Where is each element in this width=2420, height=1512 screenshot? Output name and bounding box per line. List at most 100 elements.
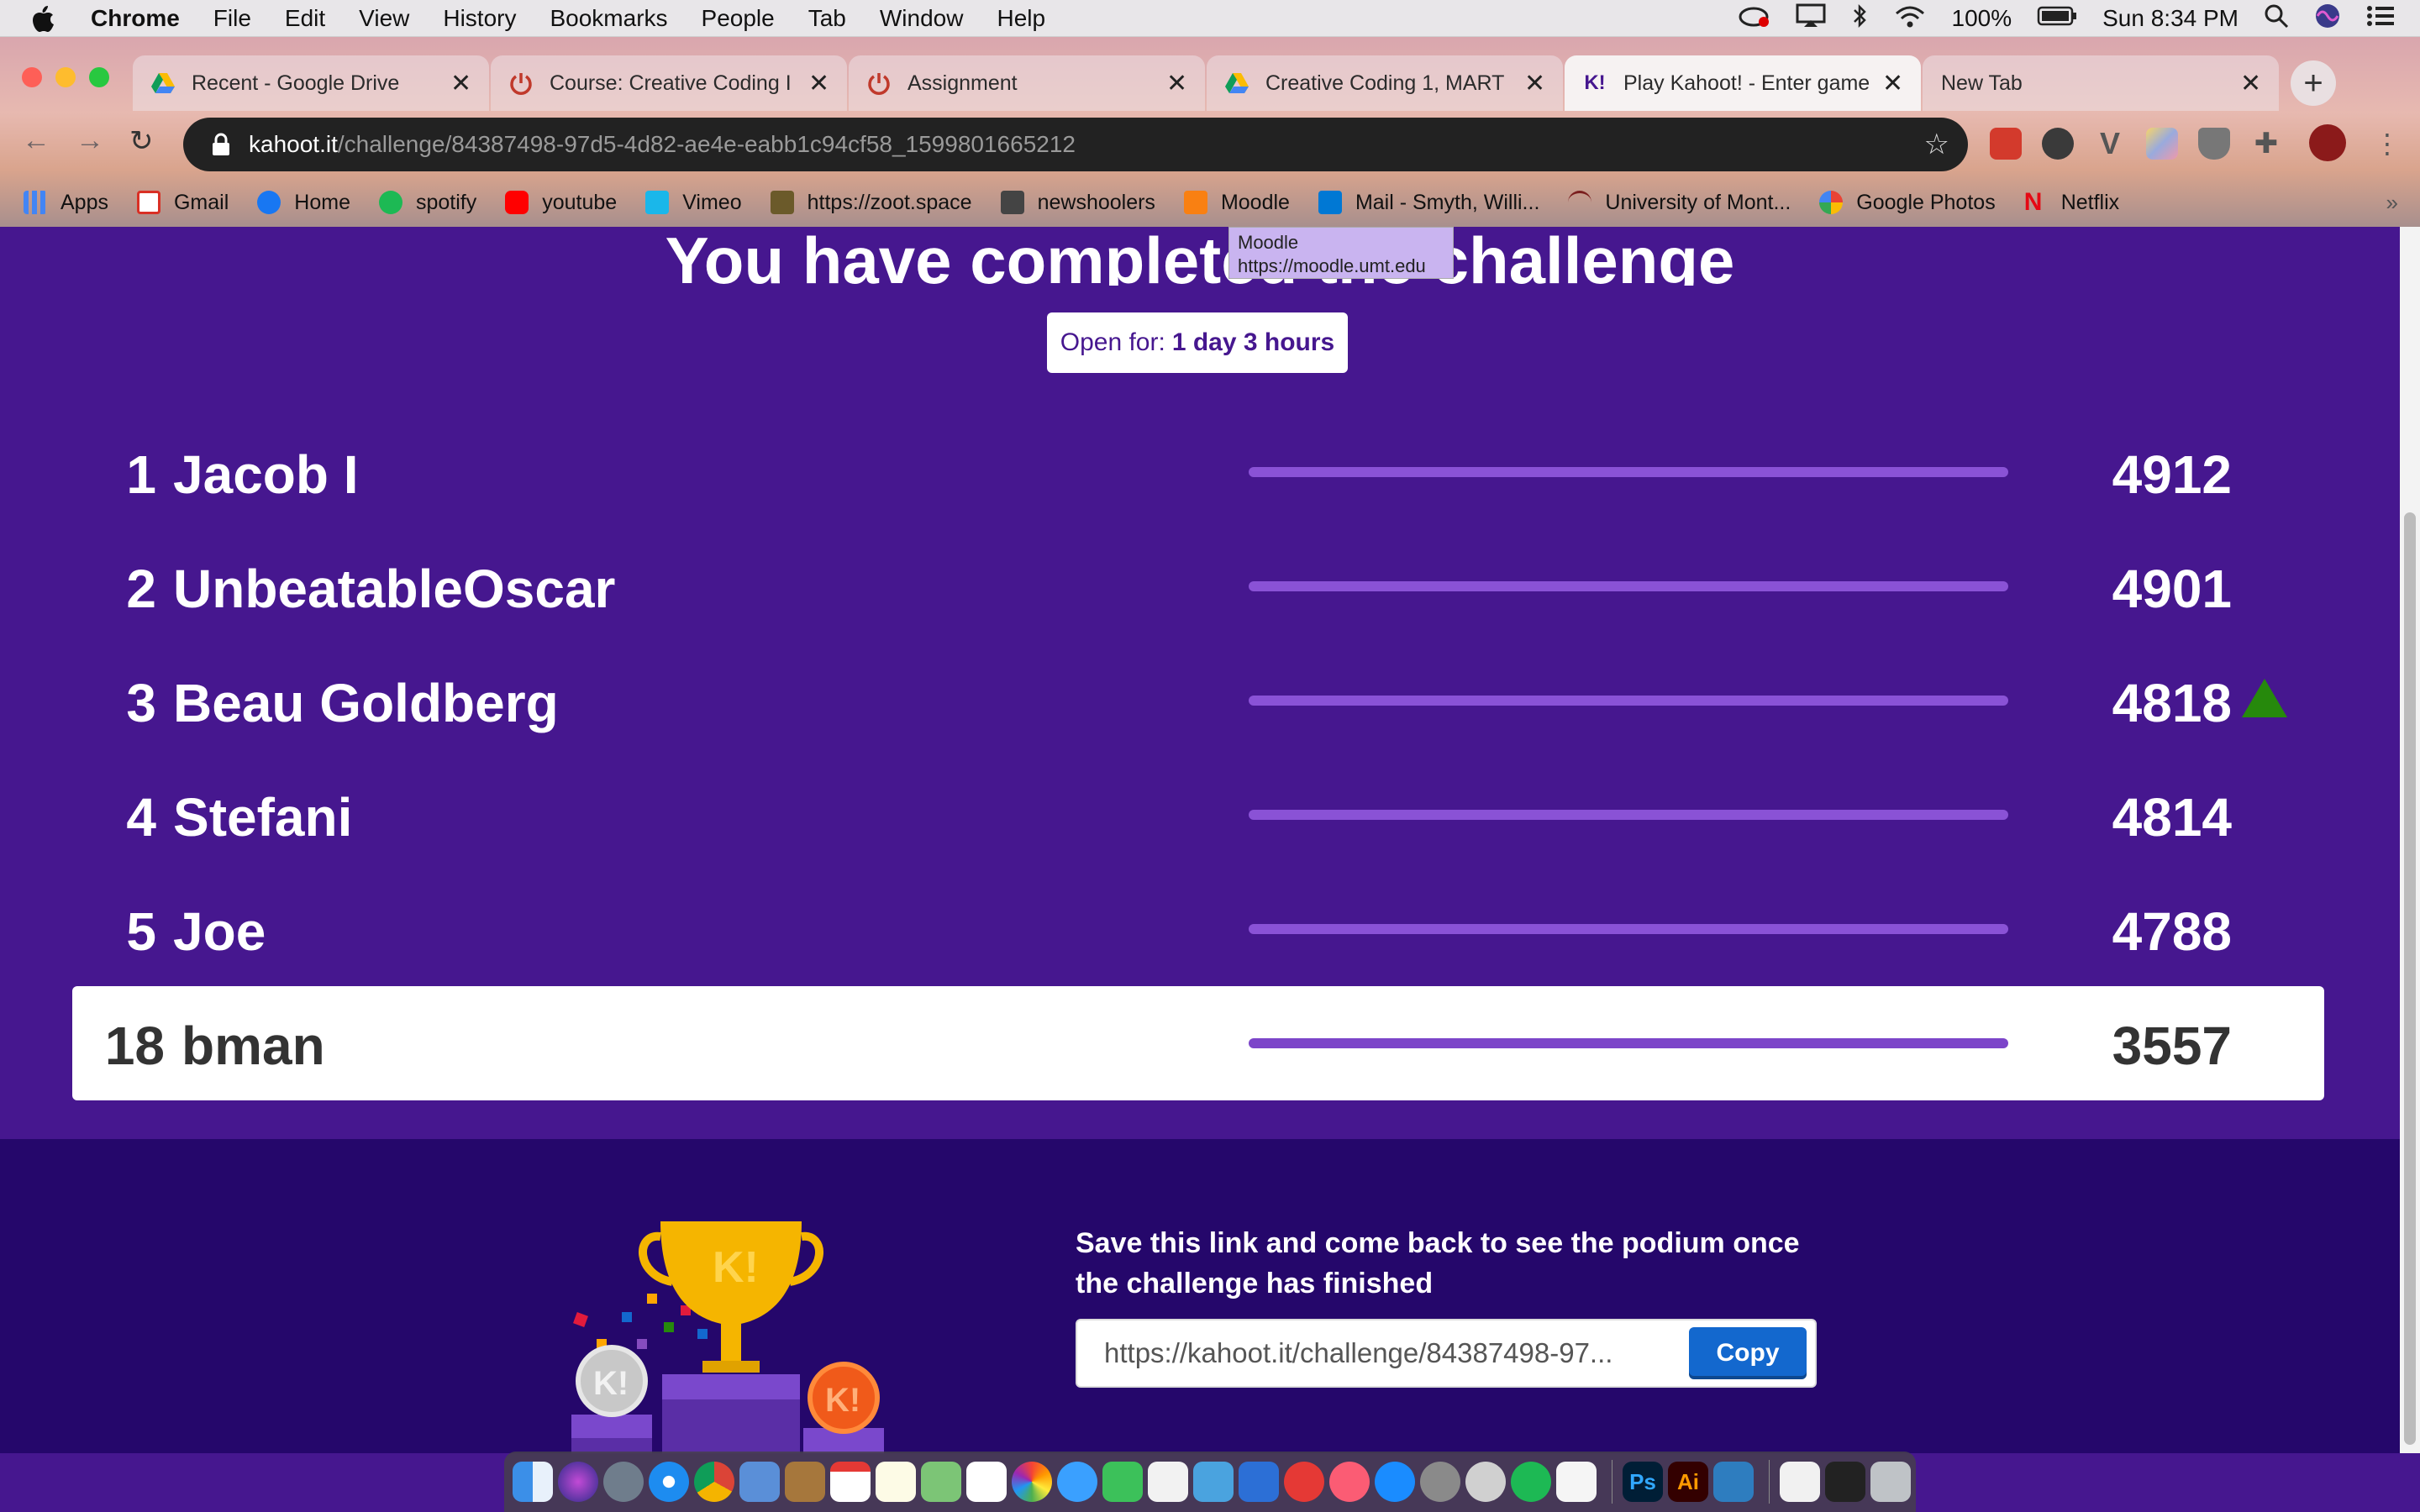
bookmark-moodle[interactable]: Moodle	[1183, 191, 1290, 215]
bookmark-university[interactable]: University of Mont...	[1568, 191, 1791, 215]
spotlight-search-icon[interactable]	[2264, 3, 2289, 34]
page-scrollbar[interactable]	[2400, 227, 2420, 1453]
close-tab-icon[interactable]: ✕	[808, 69, 829, 98]
bookmark-apps[interactable]: Apps	[24, 191, 108, 215]
bluetooth-icon[interactable]	[1851, 3, 1868, 34]
bookmark-home[interactable]: Home	[257, 191, 350, 215]
textedit-icon[interactable]	[1148, 1462, 1188, 1502]
spotify-dock-icon[interactable]	[1511, 1462, 1551, 1502]
menu-help[interactable]: Help	[997, 5, 1045, 32]
bookmark-zoot-space[interactable]: https://zoot.space	[770, 191, 972, 215]
close-tab-icon[interactable]: ✕	[1524, 69, 1545, 98]
chrome-menu-icon[interactable]: ⋮	[2371, 128, 2403, 160]
new-tab-button[interactable]: +	[2291, 60, 2336, 106]
bookmark-gmail[interactable]: Gmail	[136, 191, 229, 215]
menu-bookmarks[interactable]: Bookmarks	[550, 5, 667, 32]
document-icon[interactable]	[1556, 1462, 1597, 1502]
tab-new-tab[interactable]: New Tab ✕	[1923, 55, 2279, 111]
calendar-icon[interactable]	[830, 1462, 871, 1502]
close-tab-icon[interactable]: ✕	[1166, 69, 1187, 98]
clock[interactable]: Sun 8:34 PM	[2102, 5, 2238, 32]
address-bar[interactable]: kahoot.it/challenge/84387498-97d5-4d82-a…	[183, 118, 1968, 171]
extension-ninja-icon[interactable]	[2042, 128, 2074, 160]
back-arrow-icon[interactable]: ←	[22, 124, 50, 157]
menu-view[interactable]: View	[359, 5, 409, 32]
extension-color-picker-icon[interactable]	[2146, 128, 2178, 160]
tool-app-icon[interactable]	[1713, 1462, 1754, 1502]
news-icon[interactable]	[1284, 1462, 1324, 1502]
challenge-link-field[interactable]: https://kahoot.it/challenge/84387498-97.…	[1104, 1337, 1676, 1369]
chrome-dock-icon[interactable]	[694, 1462, 734, 1502]
forward-arrow-icon[interactable]: →	[76, 124, 104, 157]
siri-icon[interactable]	[2314, 3, 2341, 35]
close-window-button[interactable]	[22, 67, 42, 87]
launchpad-icon[interactable]	[603, 1462, 644, 1502]
close-tab-icon[interactable]: ✕	[1882, 69, 1903, 98]
close-tab-icon[interactable]: ✕	[450, 69, 471, 98]
trash-icon[interactable]	[1870, 1462, 1911, 1502]
notification-center-icon[interactable]	[2366, 4, 2395, 34]
menu-file[interactable]: File	[213, 5, 251, 32]
lock-icon[interactable]	[212, 133, 230, 156]
zoom-window-button[interactable]	[89, 67, 109, 87]
facetime-icon[interactable]	[1102, 1462, 1143, 1502]
bookmark-newshoolers[interactable]: newshoolers	[1000, 191, 1155, 215]
scrollbar-thumb[interactable]	[2404, 512, 2416, 1445]
bookmark-google-photos[interactable]: Google Photos	[1819, 191, 1996, 215]
bookmark-vimeo[interactable]: Vimeo	[645, 191, 742, 215]
battery-icon[interactable]	[2037, 5, 2077, 33]
terminal-icon[interactable]	[1825, 1462, 1865, 1502]
tab-course-creative-coding[interactable]: Course: Creative Coding I ✕	[491, 55, 847, 111]
close-tab-icon[interactable]: ✕	[2240, 69, 2261, 98]
profile-avatar[interactable]	[2309, 124, 2346, 161]
finder-icon[interactable]	[513, 1462, 553, 1502]
file-icon[interactable]	[1780, 1462, 1820, 1502]
extensions-puzzle-icon[interactable]: ✚	[2250, 128, 2282, 160]
contacts-icon[interactable]	[785, 1462, 825, 1502]
apple-menu-icon[interactable]	[30, 3, 62, 34]
siri-dock-icon[interactable]	[558, 1462, 598, 1502]
tab-creative-coding-mart[interactable]: Creative Coding 1, MART ✕	[1207, 55, 1563, 111]
illustrator-icon[interactable]: Ai	[1668, 1462, 1708, 1502]
messages-icon[interactable]	[1057, 1462, 1097, 1502]
menu-people[interactable]: People	[702, 5, 775, 32]
numbers-icon[interactable]	[1193, 1462, 1234, 1502]
wifi-icon[interactable]	[1893, 3, 1927, 34]
bookmark-star-icon[interactable]: ☆	[1924, 128, 1949, 161]
bookmark-mail[interactable]: Mail - Smyth, Willi...	[1318, 191, 1539, 215]
tab-assignment[interactable]: Assignment ✕	[849, 55, 1205, 111]
menu-window[interactable]: Window	[880, 5, 964, 32]
photoshop-icon[interactable]: Ps	[1623, 1462, 1663, 1502]
app-store-icon[interactable]	[1375, 1462, 1415, 1502]
menu-edit[interactable]: Edit	[285, 5, 325, 32]
keynote-icon[interactable]	[1239, 1462, 1279, 1502]
music-icon[interactable]	[1329, 1462, 1370, 1502]
notes-icon[interactable]	[876, 1462, 916, 1502]
app-name-menu[interactable]: Chrome	[91, 5, 180, 32]
reminders-icon[interactable]	[966, 1462, 1007, 1502]
menu-history[interactable]: History	[443, 5, 516, 32]
creative-cloud-icon[interactable]	[1737, 3, 1770, 34]
tab-play-kahoot[interactable]: K! Play Kahoot! - Enter game ✕	[1565, 55, 1921, 111]
bookmark-youtube[interactable]: youtube	[505, 191, 617, 215]
photos-icon[interactable]	[1012, 1462, 1052, 1502]
safari-icon[interactable]	[649, 1462, 689, 1502]
preview-icon[interactable]	[739, 1462, 780, 1502]
bookmark-spotify[interactable]: spotify	[378, 191, 476, 215]
maps-icon[interactable]	[921, 1462, 961, 1502]
minimize-window-button[interactable]	[55, 67, 76, 87]
system-preferences-icon[interactable]	[1420, 1462, 1460, 1502]
moodle-power-icon	[509, 71, 533, 95]
copy-link-button[interactable]: Copy	[1689, 1327, 1807, 1379]
extension-shield-icon[interactable]	[2198, 128, 2230, 160]
tab-google-drive[interactable]: Recent - Google Drive ✕	[133, 55, 489, 111]
bookmark-netflix[interactable]: N Netflix	[2024, 190, 2119, 215]
disk-utility-icon[interactable]	[1465, 1462, 1506, 1502]
airplay-icon[interactable]	[1796, 3, 1826, 34]
spotify-icon	[378, 191, 402, 214]
extension-v-icon[interactable]: V	[2094, 128, 2126, 160]
menu-tab[interactable]: Tab	[808, 5, 846, 32]
extension-red-book-icon[interactable]	[1990, 128, 2022, 160]
reload-icon[interactable]: ↻	[129, 124, 154, 158]
more-bookmarks-icon[interactable]: »	[2386, 190, 2398, 216]
